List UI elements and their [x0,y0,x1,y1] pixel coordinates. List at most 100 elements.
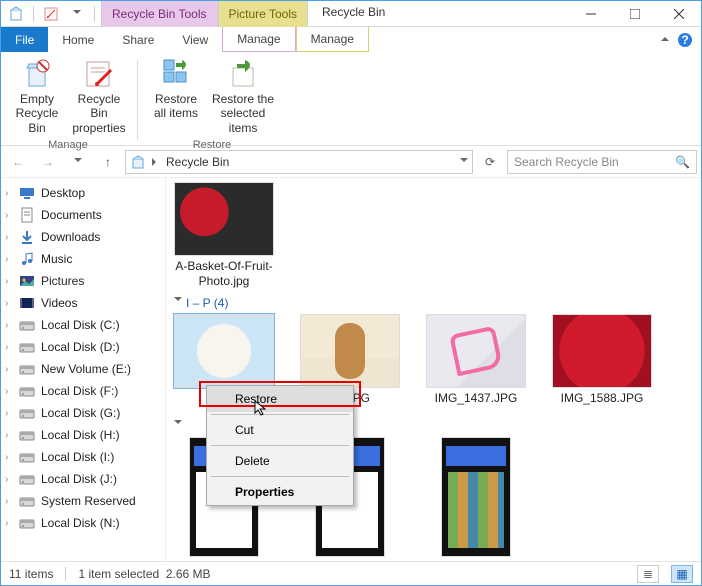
expand-icon[interactable]: › [5,298,8,309]
file-item[interactable]: A-Basket-Of-Fruit-Photo.jpg [174,182,274,289]
file-name: IMG_1437.JPG [435,391,518,406]
minimize-button[interactable] [569,1,613,26]
up-button[interactable]: ↑ [95,149,121,175]
expand-icon[interactable]: › [5,408,8,419]
sidebar-item[interactable]: › Videos [1,292,165,314]
title-bar: Recycle Bin Tools Picture Tools Recycle … [1,1,701,27]
file-item[interactable]: IMG_1437.JPG [426,314,526,406]
home-tab[interactable]: Home [48,27,108,52]
sidebar-item[interactable]: ›Local Disk (I:) [1,446,165,468]
file-item[interactable]: IMG_1588.JPG [552,314,652,406]
breadcrumb[interactable]: Recycle Bin [166,155,229,169]
group-header[interactable]: I – P (4) [174,295,701,310]
sidebar-item[interactable]: ›Music [1,248,165,270]
view-tab[interactable]: View [168,27,222,52]
details-view-button[interactable]: ≣ [637,565,659,583]
sidebar-item[interactable]: › Local Disk (N:) [1,512,165,534]
expand-icon[interactable]: › [5,452,8,463]
sidebar-item[interactable]: ›Pictures [1,270,165,292]
recycle-bin-tools-tab[interactable]: Recycle Bin Tools [101,1,218,27]
context-menu-properties[interactable]: Properties [207,479,353,505]
sidebar-item-label: Videos [41,296,77,310]
disk-icon [19,449,35,465]
file-name: IMG_1588.JPG [561,391,644,406]
context-menu-delete[interactable]: Delete [207,448,353,474]
refresh-button[interactable]: ⟳ [477,149,503,175]
sidebar-item[interactable]: ›Local Disk (C:) [1,314,165,336]
address-bar[interactable]: Recycle Bin [125,150,473,174]
thumbnail [441,437,511,557]
breadcrumb-chevron-icon[interactable] [152,155,160,169]
expand-icon[interactable]: › [5,210,8,221]
recycle-bin-properties-icon [83,58,115,90]
sidebar-item-label: Local Disk (F:) [41,384,118,398]
sidebar-item[interactable]: › Local Disk (H:) [1,424,165,446]
expand-icon[interactable]: › [5,254,8,265]
close-button[interactable] [657,1,701,26]
sidebar-item[interactable]: › Desktop [1,182,165,204]
search-box[interactable]: Search Recycle Bin 🔍 [507,150,697,174]
sidebar-item-label: Desktop [41,186,85,200]
sidebar-item[interactable]: ›Documents [1,204,165,226]
sidebar-item[interactable]: › Local Disk (G:) [1,402,165,424]
disk-icon [19,405,35,421]
sidebar-item[interactable]: ›Downloads [1,226,165,248]
picture-tools-tab[interactable]: Picture Tools [218,1,308,27]
ribbon-group-restore: Restore all items Restore the selected i… [146,56,278,145]
help-icon[interactable]: ? [677,32,693,48]
forward-button[interactable]: → [35,149,61,175]
expand-icon[interactable]: › [5,430,8,441]
svg-text:?: ? [681,33,688,47]
sidebar-item[interactable]: ›System Reserved [1,490,165,512]
expand-icon[interactable]: › [5,320,8,331]
address-dropdown-icon[interactable] [460,154,468,169]
expand-icon[interactable]: › [5,496,8,507]
qat-properties-icon[interactable] [40,3,62,25]
recent-locations-button[interactable] [65,149,91,175]
disk-icon [19,339,35,355]
expand-icon[interactable]: › [5,518,8,529]
expand-icon[interactable]: › [5,232,8,243]
back-button[interactable]: ← [5,149,31,175]
context-menu-cut[interactable]: Cut [207,417,353,443]
disk-icon [19,361,35,377]
expand-icon[interactable]: › [5,188,8,199]
expand-icon[interactable]: › [5,386,8,397]
status-selection: 1 item selected 2.66 MB [78,567,210,581]
expand-icon[interactable]: › [5,276,8,287]
manage-recycle-subtab[interactable]: Manage [222,27,295,52]
sidebar-item[interactable]: ›Local Disk (J:) [1,468,165,490]
context-menu-restore[interactable]: Restore [207,386,353,412]
empty-recycle-bin-button[interactable]: Empty Recycle Bin [7,56,67,137]
sidebar-item-label: Local Disk (G:) [41,406,120,420]
sidebar-item[interactable]: ›Local Disk (D:) [1,336,165,358]
expand-icon[interactable]: › [5,364,8,375]
share-tab[interactable]: Share [108,27,168,52]
navigation-pane[interactable]: › Desktop ›Documents›Downloads›Music›Pictu… [1,178,166,561]
restore-selected-items-button[interactable]: Restore the selected items [208,56,278,137]
file-name: A-Basket-Of-Fruit-Photo.jpg [174,259,274,289]
qat-dropdown-icon[interactable] [66,3,88,25]
tool-tab-label: Picture Tools [229,7,297,21]
expand-icon[interactable]: › [5,342,8,353]
file-tab[interactable]: File [1,27,48,52]
expand-icon[interactable]: › [5,474,8,485]
thumbnail [426,314,526,388]
qat-recycle-icon[interactable] [5,3,27,25]
disk-icon [19,427,35,443]
file-item[interactable]: Screenshot_2019-06-13-22-56-15.png [426,437,526,561]
sidebar-item-label: Local Disk (N:) [41,516,120,530]
maximize-button[interactable] [613,1,657,26]
recycle-bin-properties-button[interactable]: Recycle Bin properties [69,56,129,137]
sidebar-item[interactable]: › Local Disk (F:) [1,380,165,402]
manage-picture-subtab[interactable]: Manage [296,27,369,52]
restore-all-items-button[interactable]: Restore all items [146,56,206,137]
thumbnails-view-button[interactable]: ▦ [671,565,693,583]
disk-icon [19,317,35,333]
restore-selected-icon [227,58,259,90]
ribbon-collapse-icon[interactable] [661,30,669,45]
sidebar-item[interactable]: ›New Volume (E:) [1,358,165,380]
sidebar-item-label: Local Disk (H:) [41,428,120,442]
ribbon-group-manage: Empty Recycle Bin Recycle Bin properties… [7,56,129,145]
thumbnail [174,182,274,256]
